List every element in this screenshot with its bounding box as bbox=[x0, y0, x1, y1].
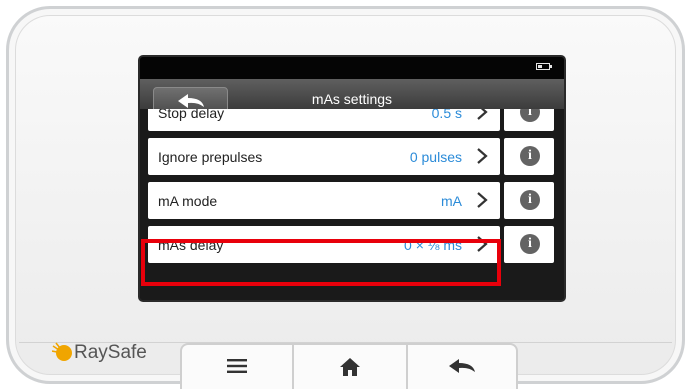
list-item-value: mA bbox=[441, 193, 462, 209]
chevron-right-icon bbox=[477, 192, 488, 208]
list-item-label: mA mode bbox=[158, 193, 218, 209]
info-button-stop-delay[interactable]: i bbox=[504, 109, 554, 131]
home-icon bbox=[340, 358, 360, 376]
list-item-value: 0 × ⅛ ms bbox=[404, 237, 462, 253]
chevron-right-icon bbox=[477, 109, 488, 120]
list-item-label: mAs delay bbox=[158, 237, 224, 253]
list-item-ma-mode[interactable]: mA mode mA bbox=[148, 182, 500, 219]
battery-icon bbox=[536, 63, 552, 70]
settings-list[interactable]: Stop delay 0.5 s i Ignore prepulses 0 pu… bbox=[140, 109, 564, 300]
list-item-stop-delay[interactable]: Stop delay 0.5 s bbox=[148, 109, 500, 131]
info-icon: i bbox=[520, 190, 540, 210]
menu-button[interactable] bbox=[180, 343, 294, 389]
info-button-ma-mode[interactable]: i bbox=[504, 182, 554, 219]
device-screen: mAs settings Stop delay 0.5 s i Ignore p… bbox=[140, 57, 564, 300]
info-icon: i bbox=[520, 109, 540, 122]
back-hardware-button[interactable] bbox=[408, 343, 518, 389]
list-item-label: Stop delay bbox=[158, 109, 225, 121]
menu-icon bbox=[227, 359, 247, 373]
hardware-button-bar bbox=[180, 343, 518, 389]
title-bar: mAs settings bbox=[140, 79, 564, 114]
info-button-mas-delay[interactable]: i bbox=[504, 226, 554, 263]
chevron-right-icon bbox=[477, 236, 488, 252]
brand-name: RaySafe bbox=[74, 342, 147, 363]
chevron-right-icon bbox=[477, 148, 488, 164]
list-item-ignore-prepulses[interactable]: Ignore prepulses 0 pulses bbox=[148, 138, 500, 175]
info-icon: i bbox=[520, 234, 540, 254]
home-button[interactable] bbox=[294, 343, 408, 389]
status-bar bbox=[140, 57, 564, 79]
list-item-value: 0.5 s bbox=[431, 109, 462, 121]
list-item-mas-delay[interactable]: mAs delay 0 × ⅛ ms bbox=[148, 226, 500, 263]
raysafe-logo-icon bbox=[52, 342, 72, 361]
back-arrow-icon bbox=[449, 359, 475, 373]
info-button-ignore-prepulses[interactable]: i bbox=[504, 138, 554, 175]
info-icon: i bbox=[520, 146, 540, 166]
list-item-value: 0 pulses bbox=[409, 149, 462, 165]
page-title: mAs settings bbox=[311, 91, 393, 107]
list-item-label: Ignore prepulses bbox=[158, 149, 263, 165]
